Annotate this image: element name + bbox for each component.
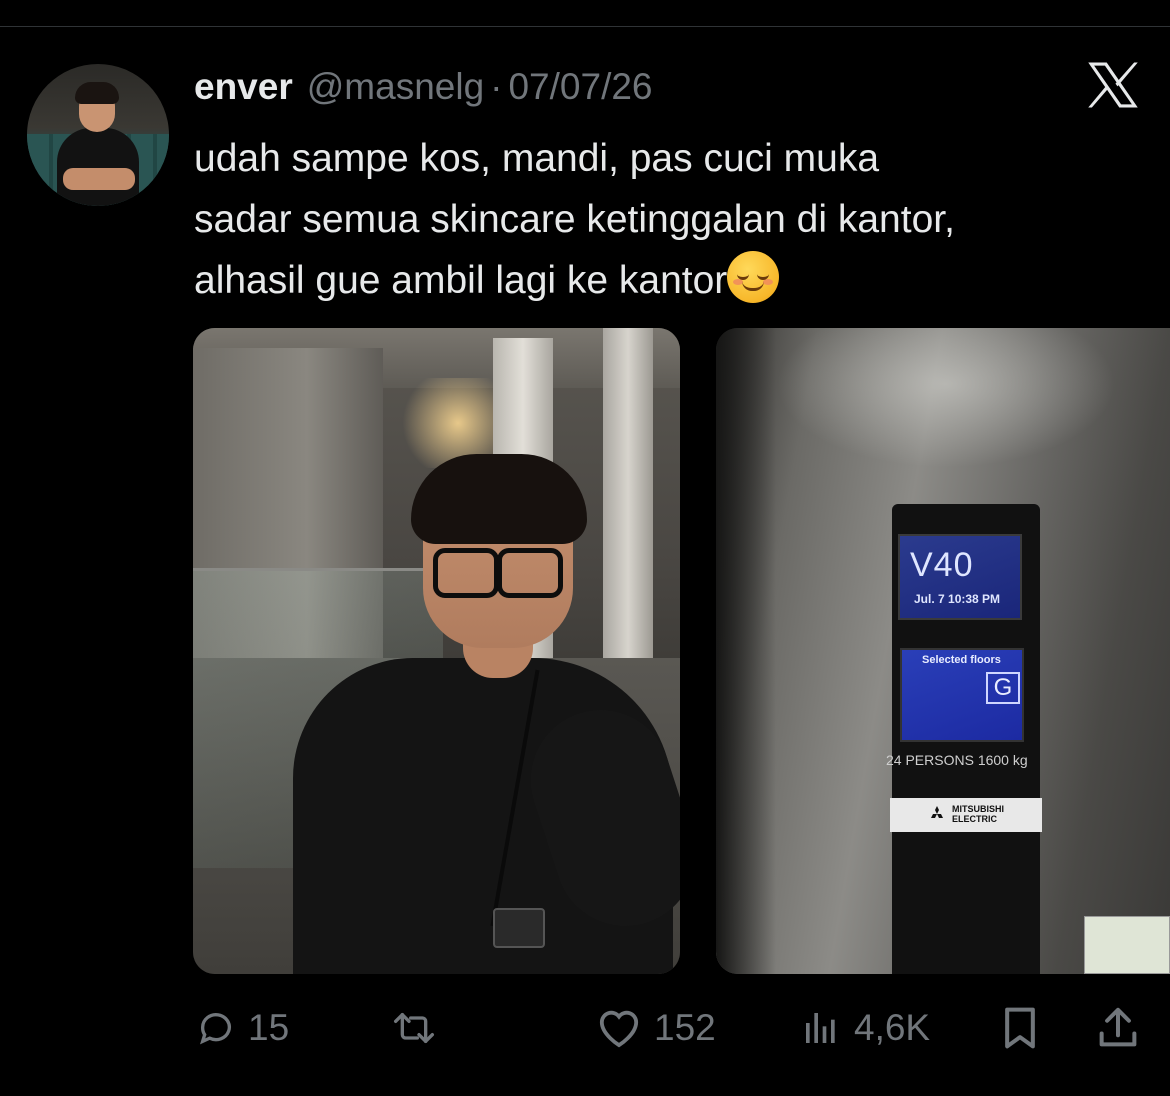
share-button[interactable] bbox=[1098, 1000, 1138, 1056]
action-bar: 15 152 4,6K bbox=[0, 1000, 1170, 1060]
tweet-text: udah sampe kos, mandi, pas cuci muka sad… bbox=[194, 128, 1154, 311]
selected-floor-value: G bbox=[986, 672, 1020, 704]
media-image-elevator[interactable]: V40 Jul. 7 10:38 PM Selected floors G 24… bbox=[716, 328, 1170, 974]
mitsubishi-logo-icon bbox=[931, 806, 943, 818]
elevator-notice bbox=[1084, 916, 1170, 974]
tweet-text-line: sadar semua skincare ketinggalan di kant… bbox=[194, 198, 955, 241]
panel-datetime: Jul. 7 10:38 PM bbox=[914, 592, 1001, 606]
tweet-header: enver @masnelg · 07/07/26 bbox=[194, 66, 653, 110]
selected-floors-label: Selected floors bbox=[922, 654, 1001, 666]
author-display-name[interactable]: enver bbox=[194, 66, 293, 108]
elevator-panel: V40 Jul. 7 10:38 PM Selected floors G 24… bbox=[886, 504, 1042, 974]
bookmark-icon bbox=[1005, 1007, 1035, 1049]
floor-display: V40 Jul. 7 10:38 PM bbox=[898, 534, 1022, 620]
selected-floors-display: Selected floors G bbox=[900, 648, 1024, 742]
retweet-icon bbox=[393, 1013, 434, 1043]
views-icon bbox=[806, 1013, 835, 1043]
brand-name: MITSUBISHI ELECTRIC bbox=[952, 804, 1005, 824]
views-button[interactable]: 4,6K bbox=[800, 1000, 930, 1056]
retweet-button[interactable] bbox=[392, 1000, 436, 1056]
brand-plate: MITSUBISHI ELECTRIC bbox=[890, 798, 1042, 832]
views-count: 4,6K bbox=[854, 1007, 931, 1048]
reply-icon bbox=[200, 1013, 231, 1045]
reply-button[interactable]: 15 bbox=[196, 1000, 289, 1056]
heart-icon bbox=[599, 1010, 639, 1048]
like-button[interactable]: 152 bbox=[596, 1000, 716, 1056]
share-icon bbox=[1099, 1007, 1137, 1047]
tweet-text-line: udah sampe kos, mandi, pas cuci muka bbox=[194, 137, 880, 180]
avatar[interactable] bbox=[27, 64, 169, 206]
tweet-text-line: alhasil gue ambil lagi ke kantor bbox=[194, 259, 728, 302]
tweet-card: enver @masnelg · 07/07/26 udah sampe kos… bbox=[0, 0, 1170, 1096]
x-logo-icon bbox=[1088, 62, 1138, 108]
smiling-face-emoji-icon bbox=[727, 251, 780, 303]
meta-separator: · bbox=[490, 66, 503, 107]
media-image-selfie[interactable] bbox=[193, 328, 680, 974]
reply-count: 15 bbox=[248, 1007, 290, 1048]
like-count: 152 bbox=[654, 1007, 716, 1048]
floor-number: V40 bbox=[910, 546, 974, 584]
elevator-capacity: 24 PERSONS 1600 kg bbox=[886, 752, 1028, 768]
tweet-date[interactable]: 07/07/26 bbox=[508, 66, 652, 108]
bookmark-button[interactable] bbox=[1000, 1000, 1040, 1056]
author-handle[interactable]: @masnelg bbox=[307, 66, 484, 108]
